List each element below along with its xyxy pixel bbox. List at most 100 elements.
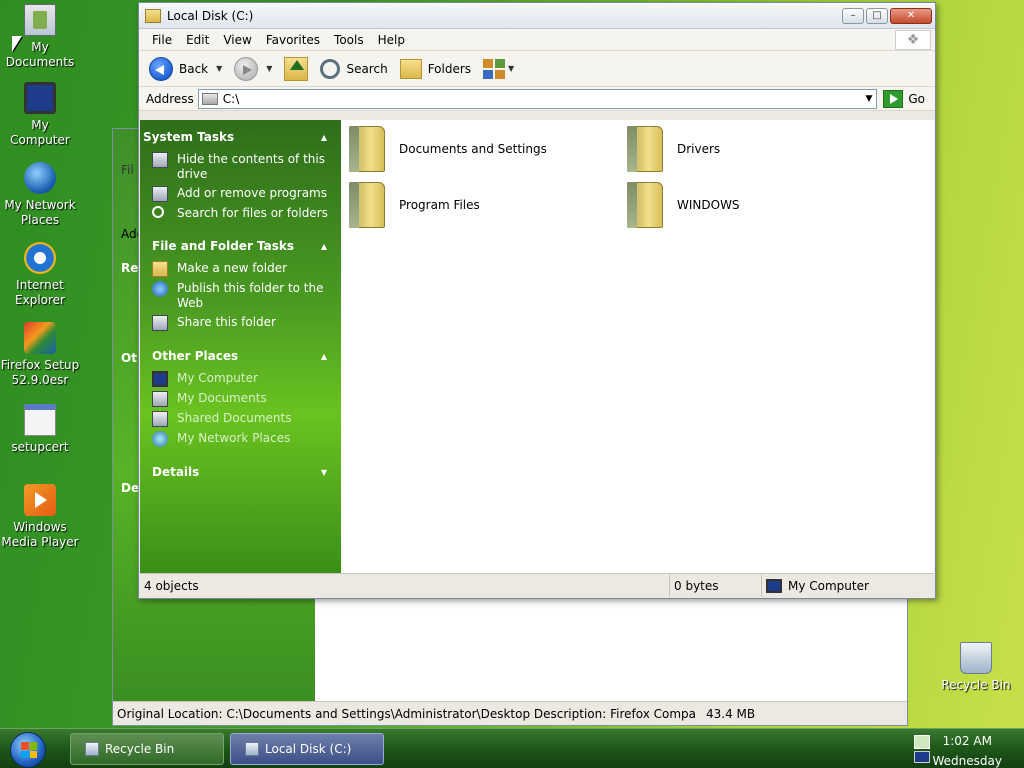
task-pane: System Tasks ▲ Hide the contents of this… [140, 120, 341, 573]
views-button[interactable]: ▼ [483, 58, 514, 79]
details-section: Details ▼ [140, 465, 341, 479]
taskbar-button-recycle-bin[interactable]: Recycle Bin [70, 733, 224, 765]
other-places-header[interactable]: Other Places ▲ [140, 349, 341, 363]
tray-network-icon[interactable] [914, 751, 930, 763]
system-clock[interactable]: 1:02 AM Wednesday [933, 731, 1002, 768]
recycle-bin-status-bar: Original Location: C:\Documents and Sett… [113, 701, 907, 725]
up-folder-button[interactable] [284, 56, 309, 81]
folder-item[interactable]: Program Files [349, 182, 480, 228]
folder-item[interactable]: Documents and Settings [349, 126, 547, 172]
task-publish-folder[interactable]: Publish this folder to the Web [140, 281, 341, 315]
details-header[interactable]: Details ▼ [140, 465, 341, 479]
task-add-remove-programs[interactable]: Add or remove programs [140, 186, 341, 206]
back-dropdown-icon[interactable]: ▼ [216, 64, 222, 73]
place-label: Shared Documents [177, 411, 292, 425]
title-bar[interactable]: Local Disk (C:) – □ ✕ [139, 3, 935, 29]
forward-dropdown-icon[interactable]: ▼ [266, 64, 272, 73]
collapse-icon[interactable]: ▲ [321, 242, 327, 251]
back-button[interactable]: Back ▼ [149, 56, 222, 81]
add-remove-programs-icon [152, 186, 168, 202]
my-computer-icon [152, 371, 168, 387]
taskbar-button-local-disk[interactable]: Local Disk (C:) [230, 733, 384, 765]
collapse-icon[interactable]: ▲ [321, 352, 327, 361]
folder-name: Drivers [677, 142, 721, 156]
menu-edit[interactable]: Edit [179, 33, 216, 47]
folder-icon [349, 182, 385, 228]
share-folder-icon [152, 315, 168, 331]
task-search-files[interactable]: Search for files or folders [140, 206, 341, 225]
system-tasks-header[interactable]: System Tasks ▲ [140, 130, 341, 144]
desktop-icon-internet-explorer[interactable]: Internet Explorer [0, 242, 80, 308]
back-arrow-icon [149, 56, 173, 81]
recycle-bin-icon [960, 642, 992, 674]
menu-fragment: Fil [121, 163, 134, 177]
my-computer-icon [766, 578, 782, 593]
recycle-bin-icon [85, 742, 99, 756]
folder-name: Documents and Settings [399, 142, 547, 156]
search-button[interactable]: Search [320, 58, 388, 79]
network-places-icon [152, 431, 168, 447]
go-button[interactable]: Go [883, 89, 925, 108]
search-label: Search [346, 61, 388, 76]
publish-web-icon [152, 281, 168, 297]
task-label: Hide the contents of this drive [177, 152, 325, 181]
object-count: 4 objects [140, 574, 670, 597]
task-hide-drive-contents[interactable]: Hide the contents of this drive [140, 152, 341, 186]
local-disk-icon [245, 742, 259, 756]
folder-name: Program Files [399, 198, 480, 212]
place-my-computer[interactable]: My Computer [140, 371, 341, 391]
explorer-window[interactable]: Local Disk (C:) – □ ✕ File Edit View Fav… [138, 2, 936, 599]
desktop-icon-my-documents[interactable]: My Documents [0, 4, 80, 70]
folders-label: Folders [427, 61, 472, 76]
new-folder-icon [152, 261, 168, 277]
place-shared-documents[interactable]: Shared Documents [140, 411, 341, 431]
task-label: Publish this folder to the Web [177, 281, 324, 310]
windows-logo-icon: ❖ [895, 30, 931, 50]
menu-favorites[interactable]: Favorites [259, 33, 327, 47]
taskbar: Recycle Bin Local Disk (C:) 1:02 AM Wedn… [0, 728, 1024, 768]
maximize-button[interactable]: □ [866, 7, 888, 24]
file-folder-tasks-header[interactable]: File and Folder Tasks ▲ [140, 239, 341, 253]
task-make-new-folder[interactable]: Make a new folder [140, 261, 341, 281]
forward-button[interactable]: ▼ [234, 56, 272, 81]
clock-day: Wednesday [932, 754, 1002, 768]
desktop-icon-label: Firefox Setup 52.9.0esr [0, 358, 80, 387]
place-my-network-places[interactable]: My Network Places [140, 431, 341, 451]
section-title: Details [152, 465, 200, 479]
forward-arrow-icon [234, 56, 259, 81]
desktop-icon-firefox-setup[interactable]: Firefox Setup 52.9.0esr [0, 322, 80, 388]
place-my-documents[interactable]: My Documents [140, 391, 341, 411]
folder-icon [627, 182, 663, 228]
task-header-fragment: De [121, 481, 140, 495]
desktop-icon-windows-media-player[interactable]: Windows Media Player [0, 484, 80, 550]
minimize-button[interactable]: – [842, 7, 864, 24]
desktop-icon-setupcert[interactable]: setupcert [0, 404, 80, 455]
file-folder-tasks-section: File and Folder Tasks ▲ Make a new folde… [140, 239, 341, 335]
folder-item[interactable]: Drivers [627, 126, 720, 172]
tray-safely-remove-icon[interactable] [914, 735, 930, 749]
clock-time: 1:02 AM [942, 734, 992, 748]
desktop-icon-my-computer[interactable]: My Computer [0, 82, 80, 148]
network-places-icon [24, 162, 56, 194]
menu-help[interactable]: Help [371, 33, 412, 47]
address-field[interactable]: C:\ ▼ [197, 88, 878, 109]
go-label: Go [908, 91, 925, 106]
item-size-text: 43.4 MB [706, 706, 756, 721]
task-label: Make a new folder [177, 261, 288, 275]
task-share-folder[interactable]: Share this folder [140, 315, 341, 335]
expand-icon[interactable]: ▼ [321, 468, 327, 477]
menu-view[interactable]: View [216, 33, 258, 47]
desktop-icon-my-network-places[interactable]: My Network Places [0, 162, 80, 228]
address-dropdown-icon[interactable]: ▼ [865, 94, 872, 104]
folder-item[interactable]: WINDOWS [627, 182, 740, 228]
folders-button[interactable]: Folders [399, 58, 472, 79]
system-tasks-section: System Tasks ▲ Hide the contents of this… [140, 130, 341, 225]
start-button[interactable] [10, 732, 46, 768]
menu-file[interactable]: File [145, 33, 179, 47]
menu-tools[interactable]: Tools [327, 33, 371, 47]
folder-icon [349, 126, 385, 172]
desktop-icon-recycle-bin[interactable]: Recycle Bin [936, 642, 1016, 693]
collapse-icon[interactable]: ▲ [321, 133, 327, 142]
close-button[interactable]: ✕ [890, 7, 932, 24]
views-icon [483, 58, 506, 79]
